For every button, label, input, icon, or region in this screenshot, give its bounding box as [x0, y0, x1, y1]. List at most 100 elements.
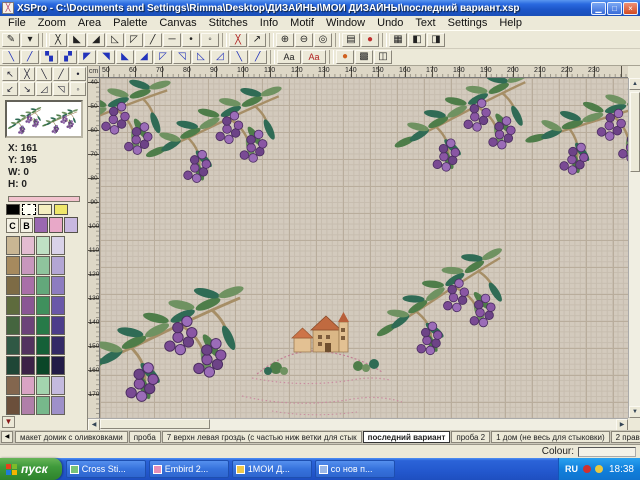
- pattern-tab-1[interactable]: проба: [129, 431, 161, 443]
- taskbar-task-2[interactable]: 1МОИ Д...: [232, 460, 312, 478]
- pattern-tab-2[interactable]: 7 верхн левая гроздь (с частью ниж ветки…: [162, 431, 362, 443]
- menu-motif[interactable]: Motif: [284, 17, 320, 30]
- three-quarter-stitch-tool-icon[interactable]: ◸: [125, 33, 143, 47]
- taskbar-task-0[interactable]: Cross Sti...: [66, 460, 146, 478]
- flip-vertical-tool-icon[interactable]: ◨: [427, 33, 445, 47]
- long-stitch-2-tool-icon[interactable]: ╱: [249, 50, 267, 64]
- pattern-tab-6[interactable]: 2 правая ниж гр...: [611, 431, 640, 443]
- palette-swatch[interactable]: [51, 236, 65, 255]
- pencil-dropdown-icon[interactable]: ▾: [21, 33, 39, 47]
- bead-icon[interactable]: ◦: [70, 82, 86, 96]
- selector-b[interactable]: B: [20, 218, 33, 233]
- menu-info[interactable]: Info: [254, 17, 284, 30]
- gobelin-up-right-tool-icon[interactable]: ╱: [21, 50, 39, 64]
- palette-swatch[interactable]: [21, 316, 35, 335]
- straight-stitch-tool-icon[interactable]: ─: [163, 33, 181, 47]
- gobelin-down-left-tool-icon[interactable]: ╲: [2, 50, 20, 64]
- menu-file[interactable]: File: [2, 17, 32, 30]
- taskbar-task-3[interactable]: со нов п...: [315, 460, 395, 478]
- palette-swatch[interactable]: [51, 356, 65, 375]
- menu-zoom[interactable]: Zoom: [32, 17, 72, 30]
- knot-icon[interactable]: •: [70, 67, 86, 81]
- half-left-icon[interactable]: ╲: [36, 67, 52, 81]
- tray-icon[interactable]: [583, 465, 591, 473]
- menu-canvas[interactable]: Canvas: [153, 17, 202, 30]
- palette-swatch[interactable]: [6, 316, 20, 335]
- half-stitch-right-tool-icon[interactable]: ◢: [87, 33, 105, 47]
- gobelin-steep-left-tool-icon[interactable]: ▚: [40, 50, 58, 64]
- menu-stitches[interactable]: Stitches: [203, 17, 254, 30]
- vertical-scrollbar[interactable]: ▲ ▼: [628, 78, 640, 418]
- half-top-left-tool-icon[interactable]: ◤: [78, 50, 96, 64]
- taskbar-task-1[interactable]: Embird 2...: [149, 460, 229, 478]
- palette-swatch[interactable]: [21, 236, 35, 255]
- palette-swatch[interactable]: [21, 256, 35, 275]
- palette-swatch[interactable]: [51, 276, 65, 295]
- palette-scroll-button[interactable]: ▼: [2, 416, 15, 428]
- tab-scroll-left-button[interactable]: ◀: [1, 431, 13, 443]
- quarter-bl-tool-icon[interactable]: ◺: [192, 50, 210, 64]
- full-stitch-tool-icon[interactable]: ╳: [49, 33, 67, 47]
- tray-icon[interactable]: [595, 465, 603, 473]
- print-tool-icon[interactable]: ▤: [342, 33, 360, 47]
- palette-swatch[interactable]: [36, 356, 50, 375]
- palette-swatch[interactable]: [36, 316, 50, 335]
- palette-swatch[interactable]: [6, 336, 20, 355]
- quick-swatch[interactable]: [54, 204, 68, 215]
- pattern-tab-0[interactable]: макет домик с оливковками: [15, 431, 128, 443]
- palette-swatch[interactable]: [36, 376, 50, 395]
- quarter-br-tool-icon[interactable]: ◿: [211, 50, 229, 64]
- vertical-scroll-thumb[interactable]: [630, 92, 640, 172]
- selected-thread-swatch[interactable]: [64, 217, 78, 233]
- gobelin-steep-right-tool-icon[interactable]: ▞: [59, 50, 77, 64]
- selected-thread-swatch[interactable]: [49, 217, 63, 233]
- palette-swatch[interactable]: [21, 396, 35, 415]
- menu-undo[interactable]: Undo: [371, 17, 409, 30]
- selected-thread-swatch[interactable]: [34, 217, 48, 233]
- quarter-tl-tool-icon[interactable]: ◸: [154, 50, 172, 64]
- palette-swatch[interactable]: [51, 256, 65, 275]
- half-bottom-left-tool-icon[interactable]: ◣: [116, 50, 134, 64]
- current-color-swatch[interactable]: [8, 196, 80, 202]
- minimize-button[interactable]: ▁: [591, 2, 606, 15]
- scroll-up-button[interactable]: ▲: [629, 78, 640, 90]
- palette-swatch[interactable]: [6, 296, 20, 315]
- pencil-tool-icon[interactable]: ✎: [2, 33, 20, 47]
- stitch-canvas[interactable]: [100, 78, 628, 418]
- menu-palette[interactable]: Palette: [107, 17, 153, 30]
- palette-swatch[interactable]: [51, 316, 65, 335]
- palette-swatch[interactable]: [36, 276, 50, 295]
- motif-grid-tool-icon[interactable]: ▦: [389, 33, 407, 47]
- palette-swatch[interactable]: [36, 256, 50, 275]
- start-button[interactable]: пуск: [0, 458, 62, 480]
- scroll-down-button[interactable]: ▼: [629, 406, 640, 418]
- palette-swatch[interactable]: [36, 396, 50, 415]
- horizontal-scroll-thumb[interactable]: [100, 419, 210, 429]
- quick-swatch[interactable]: [38, 204, 52, 215]
- french-knot-tool-icon[interactable]: •: [182, 33, 200, 47]
- horizontal-scroll-track[interactable]: [210, 419, 616, 430]
- quarter-tr-tool-icon[interactable]: ◹: [173, 50, 191, 64]
- text-tool-icon[interactable]: Aa: [277, 50, 301, 64]
- palette-swatch[interactable]: [36, 296, 50, 315]
- backstitch-tool-icon[interactable]: ╱: [144, 33, 162, 47]
- title-bar[interactable]: ╳ XSPro - C:\Documents and Settings\Rimm…: [0, 0, 640, 16]
- flip-horizontal-tool-icon[interactable]: ◧: [408, 33, 426, 47]
- select-arrow[interactable]: ↖: [2, 67, 18, 81]
- bead-tool-icon[interactable]: ◦: [201, 33, 219, 47]
- mirror-tool-icon[interactable]: ◫: [374, 50, 392, 64]
- menu-text[interactable]: Text: [409, 17, 441, 30]
- palette-swatch[interactable]: [51, 336, 65, 355]
- palette-swatch[interactable]: [36, 336, 50, 355]
- maximize-button[interactable]: □: [607, 2, 622, 15]
- scroll-right-button[interactable]: ▶: [616, 419, 628, 430]
- menu-area[interactable]: Area: [72, 17, 107, 30]
- selector-c[interactable]: C: [6, 218, 19, 233]
- color-wheel-tool-icon[interactable]: ●: [361, 33, 379, 47]
- delete-tool-icon[interactable]: ╳: [229, 33, 247, 47]
- quick-swatch[interactable]: [22, 204, 36, 215]
- quarter-br-icon[interactable]: ◿: [36, 82, 52, 96]
- half-right-icon[interactable]: ╱: [53, 67, 69, 81]
- select-arrow-tool-icon[interactable]: ↗: [248, 33, 266, 47]
- zoom-actual-tool-icon[interactable]: ◎: [314, 33, 332, 47]
